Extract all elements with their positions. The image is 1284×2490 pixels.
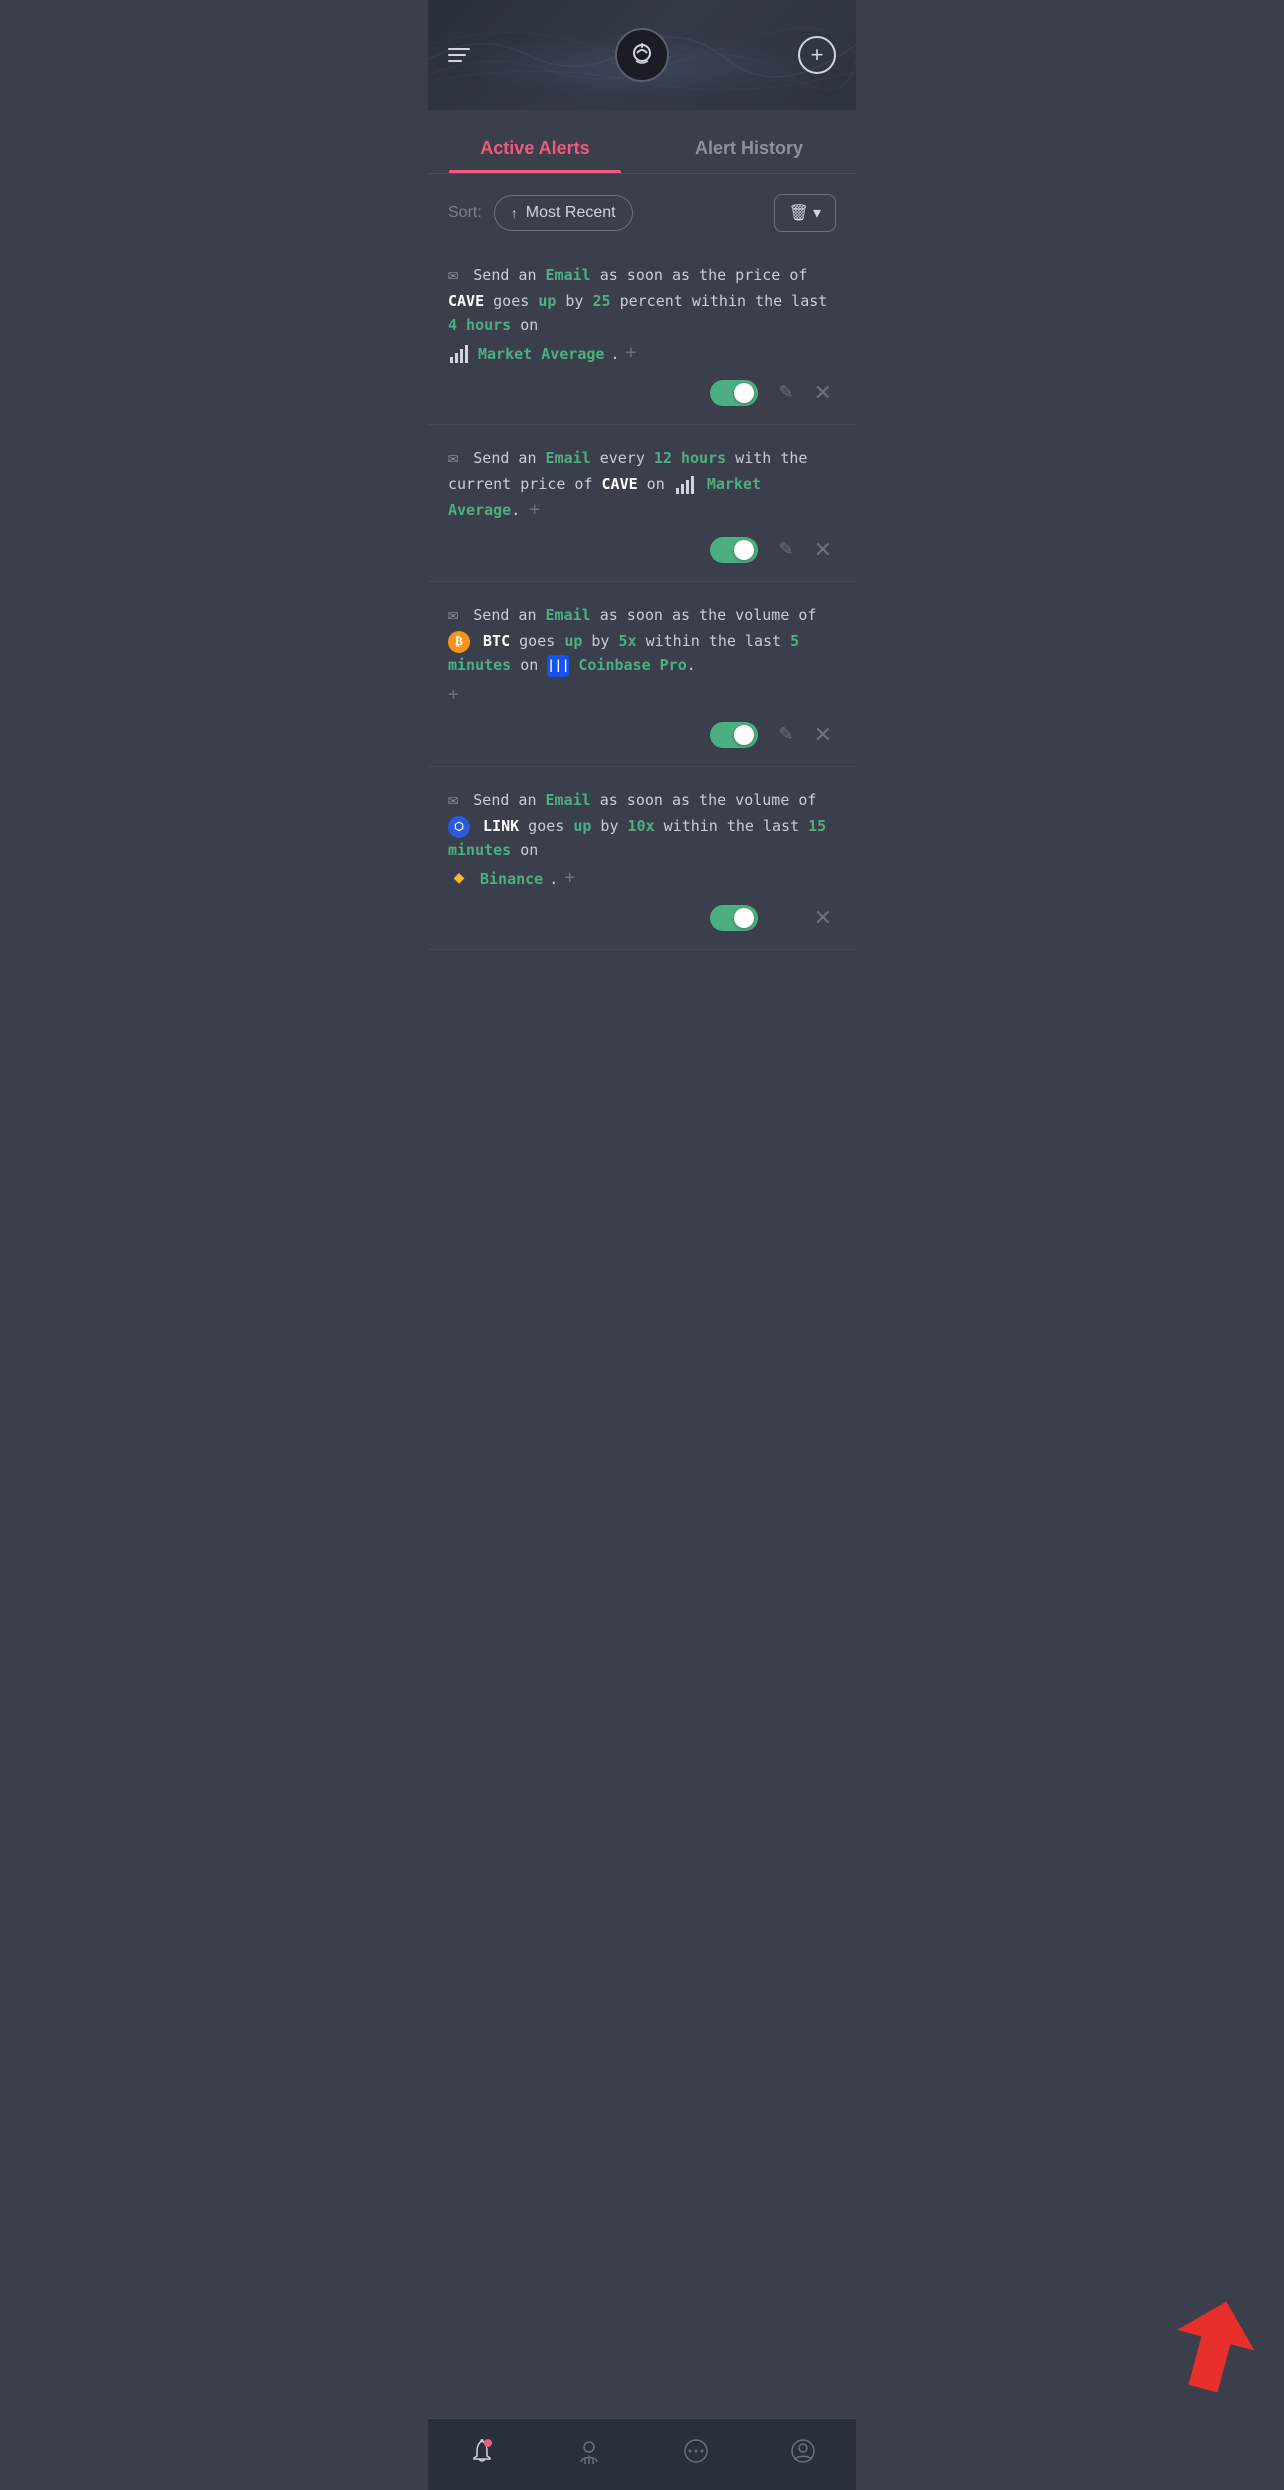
delete-alert-icon[interactable]: ✕ — [814, 905, 832, 931]
binance-icon: ◆ — [448, 868, 470, 890]
nav-item-alerts[interactable] — [469, 2438, 495, 2471]
alert-toggle[interactable] — [710, 537, 758, 563]
market-average-icon — [448, 343, 470, 365]
alert-text: ✉ Send an Email as soon as the volume of… — [448, 787, 836, 893]
alert-item: ✉ Send an Email as soon as the volume of… — [428, 582, 856, 767]
delete-alert-icon[interactable]: ✕ — [814, 380, 832, 406]
alert-text: ✉ Send an Email as soon as the volume of… — [448, 602, 836, 710]
sort-button[interactable]: ↑ Most Recent — [494, 195, 633, 231]
app-logo — [615, 28, 669, 82]
alert-toggle[interactable] — [710, 905, 758, 931]
sort-bar: Sort: ↑ Most Recent 🗑 ▾ — [428, 174, 856, 242]
delete-alert-icon[interactable]: ✕ — [814, 722, 832, 748]
nav-item-more[interactable] — [683, 2438, 709, 2471]
email-icon: ✉ — [448, 602, 458, 629]
add-condition-icon[interactable]: + — [625, 339, 636, 368]
alert-actions: ✎ ✕ — [448, 525, 836, 571]
tab-bar: Active Alerts Alert History — [428, 120, 856, 174]
alert-actions: ✎ ✕ — [448, 893, 836, 939]
trash-icon: 🗑 — [789, 203, 809, 223]
btc-coin-icon: ₿ — [448, 631, 470, 653]
alert-text: ✉ Send an Email every 12 hours with the … — [448, 445, 836, 525]
menu-icon[interactable] — [448, 48, 470, 62]
alert-item: ✉ Send an Email every 12 hours with the … — [428, 425, 856, 582]
watchlist-icon — [576, 2438, 602, 2471]
edit-icon[interactable]: ✎ — [778, 724, 793, 745]
coinbase-icon: ||| — [547, 655, 569, 677]
add-icon[interactable]: + — [798, 36, 836, 74]
header: + — [428, 0, 856, 110]
alert-actions: ✎ ✕ — [448, 710, 836, 756]
alert-actions: ✎ ✕ — [448, 368, 836, 414]
sort-label: Sort: — [448, 204, 482, 222]
email-icon: ✉ — [448, 445, 458, 472]
add-condition-icon[interactable]: + — [448, 684, 459, 705]
tab-active-alerts[interactable]: Active Alerts — [428, 120, 642, 173]
sort-arrow-icon: ↑ — [511, 205, 518, 221]
link-coin-icon: ⬡ — [448, 816, 470, 838]
edit-icon[interactable]: ✎ — [778, 539, 793, 560]
market-average-icon — [674, 474, 696, 496]
edit-icon[interactable]: ✎ — [778, 382, 793, 403]
alert-toggle[interactable] — [710, 380, 758, 406]
profile-icon — [790, 2438, 816, 2471]
bottom-navigation — [428, 2418, 856, 2490]
add-condition-icon[interactable]: + — [529, 499, 540, 520]
dropdown-arrow-icon: ▾ — [813, 203, 821, 223]
add-condition-icon[interactable]: + — [564, 864, 575, 893]
alert-item: ✉ Send an Email as soon as the price of … — [428, 242, 856, 425]
hamburger-menu[interactable] — [448, 48, 470, 62]
add-alert-button[interactable]: + — [798, 36, 836, 74]
exchange-row: ◆ Binance. + — [448, 864, 836, 893]
delete-button[interactable]: 🗑 ▾ — [774, 194, 836, 232]
exchange-row: Market Average. + — [448, 339, 836, 368]
alert-toggle[interactable] — [710, 722, 758, 748]
tab-alert-history[interactable]: Alert History — [642, 120, 856, 173]
email-icon: ✉ — [448, 262, 458, 289]
bell-icon — [469, 2438, 495, 2471]
nav-item-profile[interactable] — [790, 2438, 816, 2471]
email-icon: ✉ — [448, 787, 458, 814]
alert-item: ✉ Send an Email as soon as the volume of… — [428, 767, 856, 950]
red-arrow-indicator — [1163, 2291, 1265, 2403]
nav-item-watchlist[interactable] — [576, 2438, 602, 2471]
alert-text: ✉ Send an Email as soon as the price of … — [448, 262, 836, 368]
delete-alert-icon[interactable]: ✕ — [814, 537, 832, 563]
more-icon — [683, 2438, 709, 2471]
